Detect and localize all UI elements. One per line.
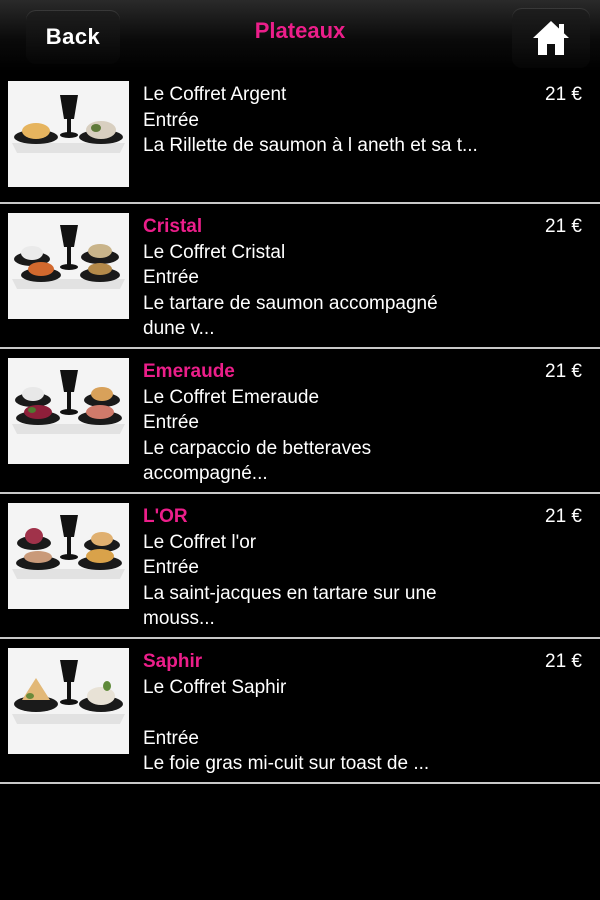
dish-photo [8,648,129,754]
item-description: Le foie gras mi-cuit sur toast de ... [143,753,430,774]
item-text: Saphir Le Coffret Saphir Entrée Le foie … [143,649,528,777]
item-coffret: Le Coffret Cristal [143,241,286,263]
menu-list: Le Coffret Argent Entrée La Rillette de … [0,72,600,784]
item-price: 21 € [545,506,582,527]
item-price: 21 € [545,361,582,382]
item-course: Entrée [143,109,199,131]
item-price: 21 € [545,84,582,105]
item-text: L'OR Le Coffret l'or Entrée La saint-jac… [143,504,528,632]
item-description: La saint-jacques en tartare sur une mous… [143,582,437,630]
item-name: L'OR [143,506,188,527]
item-description: Le carpaccio de betteraves accompagné... [143,437,372,485]
list-item[interactable]: Saphir Le Coffret Saphir Entrée Le foie … [0,639,600,784]
page-title: Plateaux [254,18,346,43]
item-course: Entrée [143,727,199,749]
item-course: Entrée [143,267,199,288]
dish-photo [8,358,129,464]
dish-photo [8,213,129,319]
item-course: Entrée [143,557,199,578]
list-item[interactable]: Cristal Le Coffret Cristal Entrée Le tar… [0,204,600,349]
home-icon [533,21,569,55]
item-text: Cristal Le Coffret Cristal Entrée Le tar… [143,214,528,342]
item-price: 21 € [545,216,582,237]
list-item[interactable]: L'OR Le Coffret l'or Entrée La saint-jac… [0,494,600,639]
item-coffret: Le Coffret Saphir [143,676,287,698]
list-item[interactable]: Le Coffret Argent Entrée La Rillette de … [0,72,600,204]
dish-photo [8,81,129,187]
dish-photo [8,503,129,609]
item-text: Emeraude Le Coffret Emeraude Entrée Le c… [143,359,528,487]
item-text: Le Coffret Argent Entrée La Rillette de … [143,82,528,159]
list-item[interactable]: Emeraude Le Coffret Emeraude Entrée Le c… [0,349,600,494]
item-name: Emeraude [143,361,235,382]
item-course: Entrée [143,412,199,433]
item-price: 21 € [545,651,582,672]
item-name: Cristal [143,216,203,237]
top-bar: Back Plateaux [0,0,600,72]
item-description: La Rillette de saumon à l aneth et sa t.… [143,135,478,156]
item-description: Le tartare de saumon accompagné dune v..… [143,292,438,340]
item-coffret: Le Coffret Emeraude [143,386,320,408]
home-button[interactable] [512,8,590,68]
item-coffret: Le Coffret Argent [143,84,287,105]
item-name: Saphir [143,651,203,672]
item-coffret: Le Coffret l'or [143,531,257,553]
